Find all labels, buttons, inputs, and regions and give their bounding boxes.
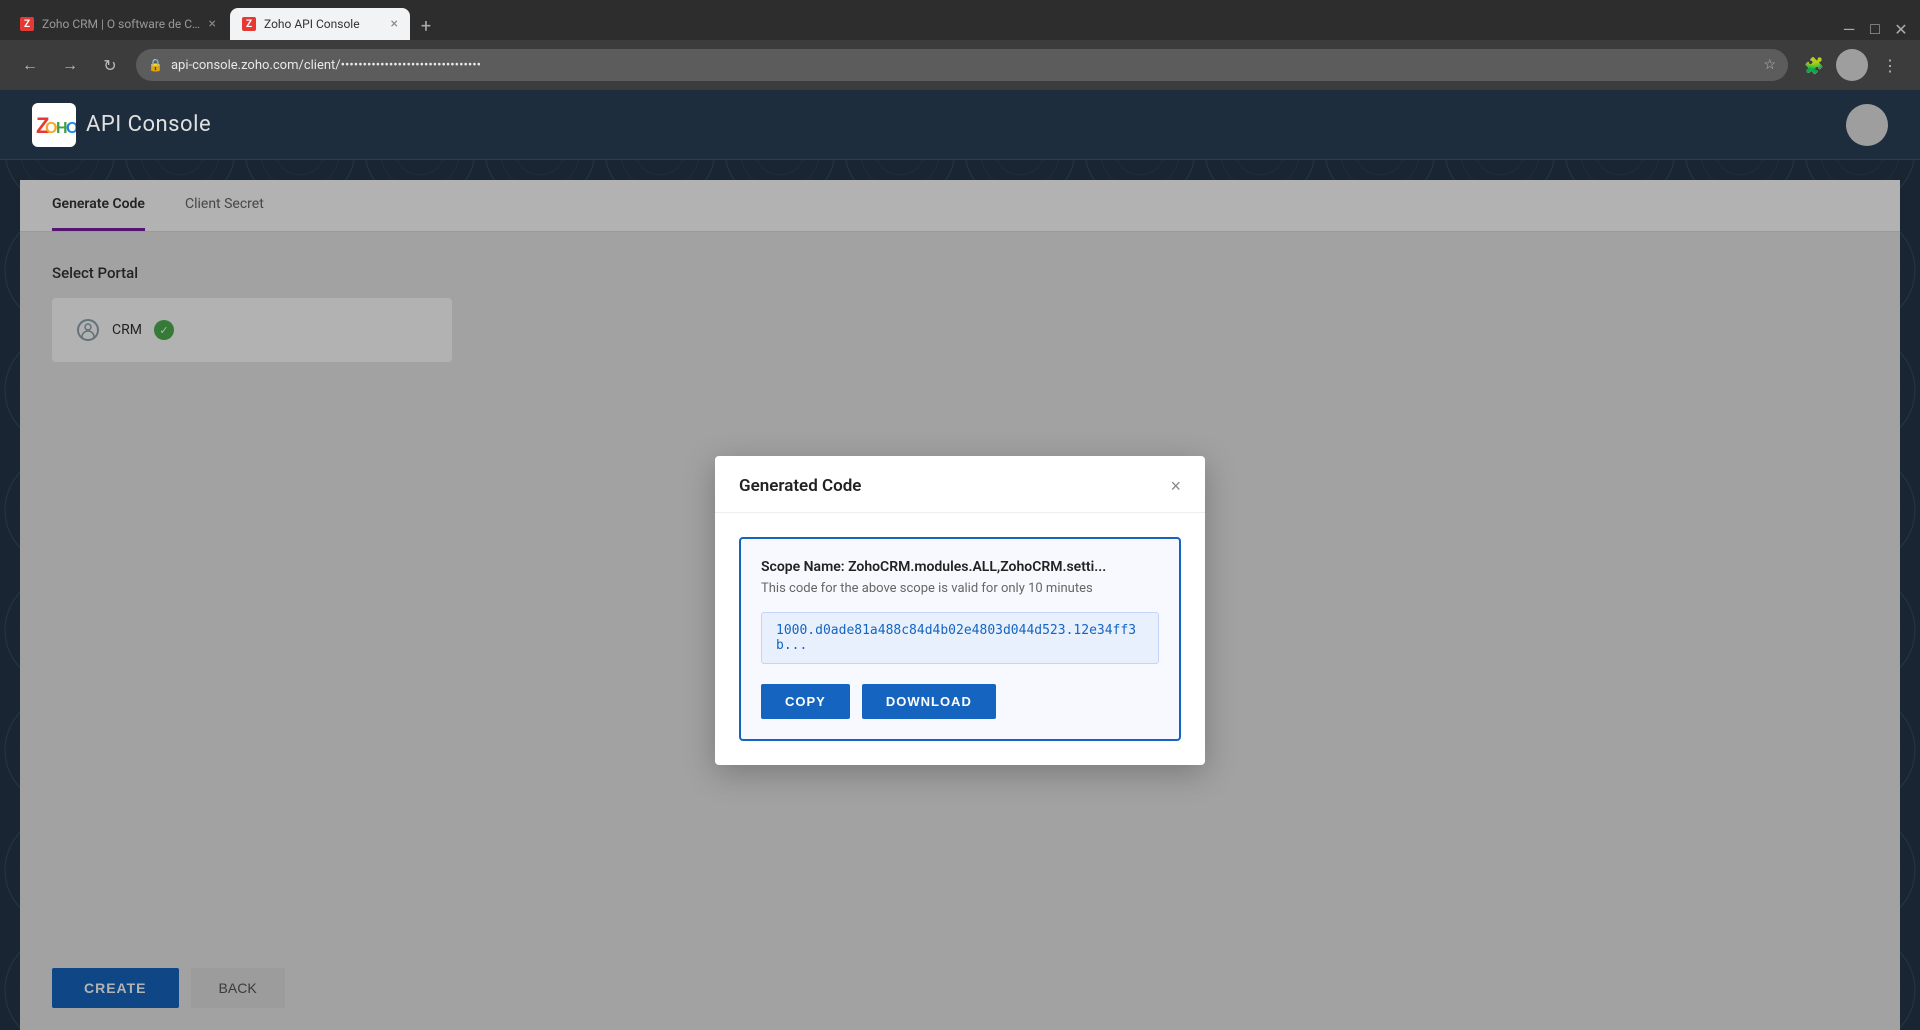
header-right <box>1846 104 1888 146</box>
toolbar-right: 🧩 ⋮ <box>1800 49 1904 81</box>
profile-button[interactable] <box>1836 49 1868 81</box>
svg-text:O: O <box>66 120 76 137</box>
download-button[interactable]: DOWNLOAD <box>862 684 996 719</box>
modal-actions: COPY DOWNLOAD <box>761 684 1159 719</box>
tab-api-console[interactable]: Z Zoho API Console × <box>230 8 410 40</box>
scope-name-text: Scope Name: ZohoCRM.modules.ALL,ZohoCRM.… <box>761 559 1159 575</box>
modal-overlay[interactable]: Generated Code × Scope Name: ZohoCRM.mod… <box>20 180 1900 1030</box>
minimize-button[interactable]: — <box>1838 18 1860 40</box>
url-text: api-console.zoho.com/client/••••••••••••… <box>171 58 1755 73</box>
tab-favicon-zoho-crm: Z <box>20 17 34 31</box>
tab-zoho-crm[interactable]: Z Zoho CRM | O software de CRM... × <box>8 8 228 40</box>
menu-button[interactable]: ⋮ <box>1876 51 1904 79</box>
app-logo: Z O H O API Console <box>32 103 211 147</box>
extensions-button[interactable]: 🧩 <box>1800 51 1828 79</box>
window-controls: — □ ✕ <box>1838 18 1912 40</box>
user-avatar[interactable] <box>1846 104 1888 146</box>
forward-nav-button[interactable]: → <box>56 51 84 79</box>
close-window-button[interactable]: ✕ <box>1890 18 1912 40</box>
lock-icon: 🔒 <box>148 58 163 72</box>
main-content-card: Generate Code Client Secret Select Porta… <box>20 180 1900 1030</box>
scope-desc-text: This code for the above scope is valid f… <box>761 581 1159 596</box>
app-logo-text: API Console <box>86 112 211 137</box>
new-tab-button[interactable]: + <box>412 12 440 40</box>
address-bar-row: ← → ↻ 🔒 api-console.zoho.com/client/••••… <box>0 40 1920 90</box>
modal-body: Scope Name: ZohoCRM.modules.ALL,ZohoCRM.… <box>715 513 1205 765</box>
tab-favicon-api-console: Z <box>242 17 256 31</box>
tab-close-api-console[interactable]: × <box>391 16 398 32</box>
app-header: Z O H O API Console <box>0 90 1920 160</box>
copy-button[interactable]: COPY <box>761 684 850 719</box>
page-wrapper: Z O H O API Console Generate Code Client… <box>0 90 1920 1030</box>
tab-label-api-console: Zoho API Console <box>264 17 383 31</box>
tab-label-zoho-crm: Zoho CRM | O software de CRM... <box>42 17 201 31</box>
tab-bar: Z Zoho CRM | O software de CRM... × Z Zo… <box>0 0 1920 40</box>
zoho-logo-icon: Z O H O <box>32 103 76 147</box>
modal-title: Generated Code <box>739 476 861 496</box>
generated-code-box: Scope Name: ZohoCRM.modules.ALL,ZohoCRM.… <box>739 537 1181 741</box>
back-nav-button[interactable]: ← <box>16 51 44 79</box>
reload-button[interactable]: ↻ <box>96 51 124 79</box>
maximize-button[interactable]: □ <box>1864 18 1886 40</box>
address-bar[interactable]: 🔒 api-console.zoho.com/client/••••••••••… <box>136 49 1788 81</box>
generated-code-modal: Generated Code × Scope Name: ZohoCRM.mod… <box>715 456 1205 765</box>
modal-header: Generated Code × <box>715 456 1205 513</box>
bookmark-icon[interactable]: ☆ <box>1763 57 1776 73</box>
modal-close-button[interactable]: × <box>1170 477 1181 495</box>
browser-chrome: Z Zoho CRM | O software de CRM... × Z Zo… <box>0 0 1920 90</box>
tab-close-zoho-crm[interactable]: × <box>209 16 216 32</box>
code-value-field[interactable]: 1000.d0ade81a488c84d4b02e4803d044d523.12… <box>761 612 1159 664</box>
